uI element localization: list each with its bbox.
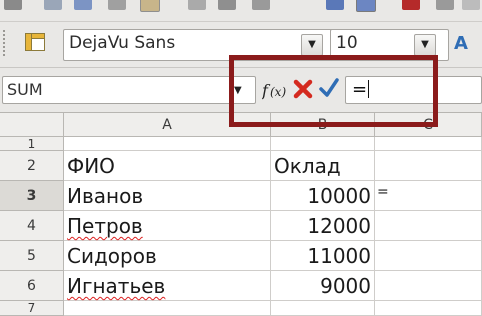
cell-b3[interactable]: 10000 <box>271 181 375 211</box>
toolbar-icon[interactable] <box>108 0 126 10</box>
row-header-3[interactable]: 3 <box>0 181 64 211</box>
cell-a3[interactable]: Иванов <box>64 181 271 211</box>
cell-a4[interactable]: Петров <box>64 211 271 241</box>
toolbar-icon[interactable] <box>188 0 206 10</box>
cell-a1[interactable] <box>64 137 271 151</box>
cell-b2[interactable]: Оклад <box>271 151 375 181</box>
standard-toolbar <box>0 0 482 22</box>
select-all-corner[interactable] <box>0 113 64 137</box>
row-header-2[interactable]: 2 <box>0 151 64 181</box>
cell-a4-text: Петров <box>67 214 143 238</box>
font-size-value: 10 <box>336 33 358 53</box>
cell-a6-text: Игнатьев <box>67 274 166 298</box>
name-box-value: SUM <box>7 80 43 99</box>
highlight-frame <box>229 55 438 127</box>
row-header-5[interactable]: 5 <box>0 241 64 271</box>
cell-c6[interactable] <box>375 271 482 301</box>
cell-c3-editing[interactable]: = <box>375 181 482 211</box>
cell-c5[interactable] <box>375 241 482 271</box>
toolbar-icon[interactable] <box>356 0 376 12</box>
cell-b7[interactable] <box>271 301 375 316</box>
cell-c4[interactable] <box>375 211 482 241</box>
cell-c1[interactable] <box>375 137 482 151</box>
toolbar-icon[interactable] <box>402 0 420 10</box>
toolbar-handle-icon[interactable] <box>3 30 9 56</box>
font-size-dropdown-icon[interactable]: ▼ <box>414 34 436 56</box>
spreadsheet-grid: A B C 1 2 ФИО Оклад 3 Иванов 10000 = 4 П… <box>0 113 482 316</box>
cell-a2[interactable]: ФИО <box>64 151 271 181</box>
cell-c2[interactable] <box>375 151 482 181</box>
cell-b6[interactable]: 9000 <box>271 271 375 301</box>
row-header-7[interactable]: 7 <box>0 301 64 316</box>
toolbar-icon[interactable] <box>462 0 480 10</box>
name-box[interactable]: SUM <box>2 76 256 104</box>
cell-b1[interactable] <box>271 137 375 151</box>
bold-a-icon[interactable]: A <box>452 32 472 54</box>
toolbar-icon[interactable] <box>252 0 270 10</box>
cell-c7[interactable] <box>375 301 482 316</box>
cell-b4[interactable]: 12000 <box>271 211 375 241</box>
toolbar-icon[interactable] <box>218 0 236 10</box>
styles-icon[interactable] <box>25 33 45 51</box>
toolbar-icon[interactable] <box>140 0 160 12</box>
toolbar-icon[interactable] <box>74 0 92 10</box>
toolbar-icon[interactable] <box>44 0 62 10</box>
font-name-value: DejaVu Sans <box>69 33 176 53</box>
font-name-dropdown-icon[interactable]: ▼ <box>301 34 323 56</box>
cell-a5[interactable]: Сидоров <box>64 241 271 271</box>
cell-a6[interactable]: Игнатьев <box>64 271 271 301</box>
row-header-6[interactable]: 6 <box>0 271 64 301</box>
row-header-4[interactable]: 4 <box>0 211 64 241</box>
toolbar-icon[interactable] <box>4 0 22 10</box>
cell-b5[interactable]: 11000 <box>271 241 375 271</box>
row-header-1[interactable]: 1 <box>0 137 64 151</box>
toolbar-icon[interactable] <box>326 0 344 10</box>
cell-a7[interactable] <box>64 301 271 316</box>
svg-text:A: A <box>454 33 468 52</box>
toolbar-icon[interactable] <box>436 0 454 10</box>
